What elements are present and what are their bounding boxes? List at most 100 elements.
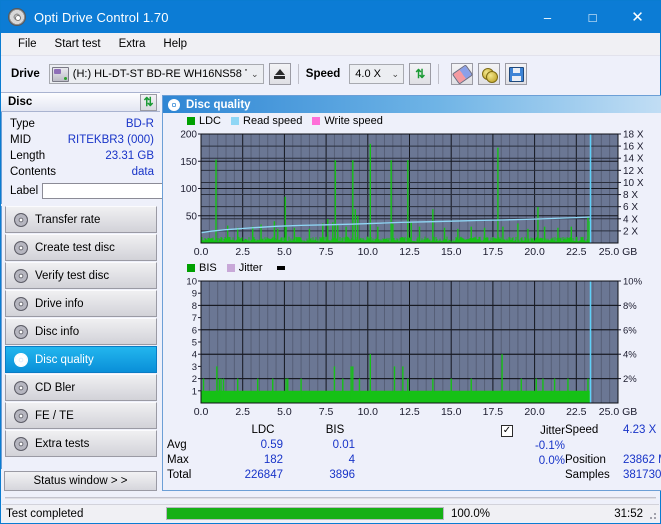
svg-text:9: 9 [192,289,197,300]
legend-marker-black [276,266,285,270]
app-disc-icon [8,8,26,26]
sidebar-item-label: Disc quality [35,353,94,366]
ldc-chart-svg: 501001502002 X4 X6 X8 X10 X12 X14 X16 X1… [180,130,644,259]
disc-quality-header: Disc quality [163,96,661,113]
stats-header-ldc: LDC [251,424,275,436]
content-area: Disc quality LDC Read speed Write speed … [160,92,661,494]
sidebar-item-label: Drive info [35,297,84,310]
main-body: Disc ⇅ Type BD-R MID RITEKBR3 (000) Leng… [1,92,661,494]
svg-text:10.0: 10.0 [358,406,379,418]
drive-label: Drive [11,68,40,80]
svg-text:17.5: 17.5 [483,246,504,258]
svg-text:10%: 10% [623,277,643,288]
status-window-button[interactable]: Status window > > [4,471,157,491]
sidebar-item-drive-info[interactable]: Drive info [5,290,157,317]
application-window: Opti Drive Control 1.70 – □ ✕ File Start… [0,0,661,524]
speed-select-value: 4.0 X [355,68,381,80]
close-button[interactable]: ✕ [615,1,660,33]
disc-icon [14,380,28,395]
disc-row-value: BD-R [125,118,154,130]
stats-total-ldc: 226847 [244,469,283,481]
erase-button[interactable] [451,63,474,85]
eject-button[interactable] [268,63,291,85]
maximize-button[interactable]: □ [570,1,615,33]
svg-text:10: 10 [186,277,197,288]
svg-text:12.5: 12.5 [399,406,420,418]
disc-refresh-button[interactable]: ⇅ [140,93,157,111]
menu-file[interactable]: File [9,36,46,52]
sidebar-item-disc-quality[interactable]: Disc quality [5,346,157,373]
progress-percent: 100.0% [451,507,491,520]
sidebar-item-label: FE / TE [35,409,74,422]
legend-label-write-speed: Write speed [324,115,383,127]
svg-text:2%: 2% [623,374,637,385]
save-button[interactable] [505,63,528,85]
position-stat-value: 23862 MB [623,454,661,466]
window-title: Opti Drive Control 1.70 [34,9,169,25]
disc-row-key: Contents [10,166,57,178]
svg-text:17.5: 17.5 [483,406,504,418]
speed-select[interactable]: 4.0 X ⌄ [349,64,405,84]
menu-extra[interactable]: Extra [110,36,155,52]
disc-icon [14,324,28,339]
minimize-button[interactable]: – [525,1,570,33]
error-stats-grid: LDC BIS Avg 0.59 0.01 Max 182 4 Total 22… [167,423,457,483]
svg-text:2 X: 2 X [623,226,638,237]
legend-label-bis: BIS [199,262,217,274]
svg-text:12 X: 12 X [623,166,644,177]
cymbals-button[interactable] [478,63,501,85]
sidebar-item-verify-test-disc[interactable]: Verify test disc [5,262,157,289]
sidebar-item-cd-bler[interactable]: CD Bler [5,374,157,401]
cymbals-icon [481,67,498,83]
status-bar: Test completed 100.0% 31:52 [2,504,659,522]
drive-select[interactable]: (H:) HL-DT-ST BD-RE WH16NS58 TST4 ⌄ [48,64,264,84]
svg-text:12.5: 12.5 [399,246,420,258]
run-stats-gap [565,438,623,453]
menu-start-test[interactable]: Start test [46,36,110,52]
toolbar: Drive (H:) HL-DT-ST BD-RE WH16NS58 TST4 … [1,56,660,92]
svg-text:7.5: 7.5 [319,406,334,418]
sidebar-item-label: Disc info [35,325,80,338]
resize-grip[interactable] [647,510,657,520]
disc-icon [14,268,28,283]
horizontal-divider [5,497,656,500]
svg-text:18 X: 18 X [623,130,644,141]
refresh-icon: ⇅ [415,67,426,81]
status-text: Test completed [6,507,84,520]
stats-max-bis: 4 [348,454,355,466]
disc-row-length: Length 23.31 GB [10,148,154,164]
sidebar-item-fe-te[interactable]: FE / TE [5,402,157,429]
disc-icon [14,240,28,255]
speed-stat-label: Speed [565,424,599,436]
disc-icon [14,352,28,367]
menu-help[interactable]: Help [154,36,196,52]
run-stats-labels: Speed Position Samples [565,423,623,490]
sidebar-item-extra-tests[interactable]: Extra tests [5,430,157,457]
svg-text:2.5: 2.5 [235,406,250,418]
svg-text:10.0: 10.0 [358,246,379,258]
disc-row-key: Length [10,150,46,162]
jitter-avg-value: -0.1% [534,439,565,452]
legend-label-read-speed: Read speed [243,115,303,127]
disc-info-panel: Type BD-R MID RITEKBR3 (000) Length 23.3… [1,112,247,204]
disc-icon [14,296,28,311]
svg-text:3: 3 [192,362,197,373]
sidebar-item-create-test-disc[interactable]: Create test disc [5,234,157,261]
sidebar-item-label: CD Bler [35,381,76,394]
eject-icon [274,69,286,79]
jitter-checkbox[interactable]: ✓ [501,424,513,437]
stats-row-label-total: Total [167,469,192,481]
drive-icon [51,66,69,82]
svg-text:8: 8 [192,301,197,312]
legend-label-ldc: LDC [199,115,222,127]
sidebar: Disc ⇅ Type BD-R MID RITEKBR3 (000) Leng… [1,92,247,494]
disc-icon [14,436,28,451]
svg-text:50: 50 [186,211,198,222]
svg-text:10 X: 10 X [623,178,644,189]
svg-text:14 X: 14 X [623,154,644,165]
svg-text:0.0: 0.0 [194,406,209,418]
sidebar-item-disc-info[interactable]: Disc info [5,318,157,345]
sidebar-item-transfer-rate[interactable]: Transfer rate [5,206,157,233]
legend-swatch-write-speed [312,117,321,125]
refresh-button[interactable]: ⇅ [409,63,432,85]
